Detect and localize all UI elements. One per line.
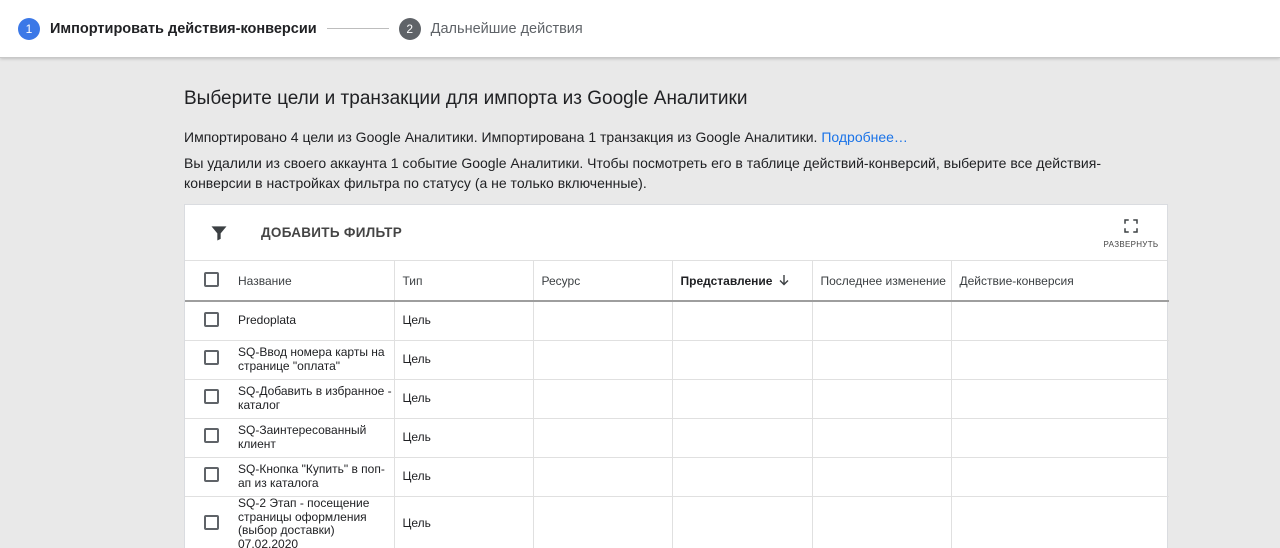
stepper: 1 Импортировать действия-конверсии 2 Дал… — [0, 0, 1280, 58]
step-import[interactable]: 1 Импортировать действия-конверсии — [18, 17, 317, 40]
resource-cell — [533, 496, 673, 548]
learn-more-link[interactable]: Подробнее… — [821, 129, 908, 145]
resource-cell — [533, 457, 673, 497]
goal-type: Цель — [394, 301, 534, 341]
step-connector — [326, 28, 389, 29]
last-change-cell — [812, 496, 952, 548]
table-row: SQ-Заинтересованный клиент Цель — [185, 418, 1169, 458]
column-header-conversion-action[interactable]: Действие-конверсия — [951, 261, 1169, 302]
goal-type: Цель — [394, 457, 534, 497]
view-cell — [672, 496, 813, 548]
row-checkbox[interactable] — [204, 350, 219, 366]
last-change-cell — [812, 301, 952, 341]
filter-icon[interactable] — [209, 223, 229, 243]
conversion-action-cell — [951, 340, 1169, 380]
import-info: Импортировано 4 цели из Google Аналитики… — [184, 127, 1168, 147]
table-row: SQ-Ввод номера карты на странице "оплата… — [185, 340, 1169, 380]
select-all-checkbox[interactable] — [204, 271, 219, 287]
resource-cell — [533, 418, 673, 458]
table-header-row: Название Тип Ресурс Представление Послед… — [185, 261, 1169, 302]
resource-cell — [533, 301, 673, 341]
conversion-action-cell — [951, 457, 1169, 497]
view-cell — [672, 418, 813, 458]
row-select-cell — [185, 340, 230, 380]
resource-cell — [533, 379, 673, 419]
expand-label: РАЗВЕРНУТЬ — [1103, 240, 1159, 249]
goal-name: SQ-2 Этап - посещение страницы оформлени… — [230, 496, 395, 548]
row-checkbox[interactable] — [204, 311, 219, 327]
table-row: SQ-Кнопка "Купить" в поп-ап из каталога … — [185, 457, 1169, 497]
select-all-cell — [185, 261, 230, 302]
column-header-type[interactable]: Тип — [394, 261, 534, 302]
row-select-cell — [185, 496, 230, 548]
main-content: Выберите цели и транзакции для импорта и… — [184, 88, 1168, 193]
view-cell — [672, 340, 813, 380]
fullscreen-icon — [1124, 219, 1138, 233]
view-cell — [672, 301, 813, 341]
last-change-cell — [812, 379, 952, 419]
table-row: SQ-Добавить в избранное - каталог Цель — [185, 379, 1169, 419]
view-cell — [672, 379, 813, 419]
step-next-actions[interactable]: 2 Дальнейшие действия — [398, 17, 583, 40]
column-header-last-change[interactable]: Последнее изменение — [812, 261, 952, 302]
conversion-action-cell — [951, 379, 1169, 419]
column-header-view[interactable]: Представление — [672, 261, 813, 302]
goal-name: SQ-Добавить в избранное - каталог — [230, 379, 395, 419]
row-select-cell — [185, 418, 230, 458]
add-filter-button[interactable]: ДОБАВИТЬ ФИЛЬТР — [261, 225, 402, 240]
conversions-table: Название Тип Ресурс Представление Послед… — [185, 261, 1169, 548]
goal-type: Цель — [394, 496, 534, 548]
conversions-table-card: ДОБАВИТЬ ФИЛЬТР РАЗВЕРНУТЬ Название Тип … — [184, 204, 1169, 548]
arrow-down-icon — [779, 274, 789, 285]
table-toolbar: ДОБАВИТЬ ФИЛЬТР РАЗВЕРНУТЬ — [185, 205, 1167, 261]
row-checkbox[interactable] — [204, 389, 219, 405]
step-label: Импортировать действия-конверсии — [50, 20, 317, 37]
conversion-action-cell — [951, 496, 1169, 548]
goal-name: Predoplata — [230, 301, 395, 341]
view-cell — [672, 457, 813, 497]
column-header-name[interactable]: Название — [230, 261, 395, 302]
step-number: 2 — [398, 17, 421, 40]
goal-type: Цель — [394, 340, 534, 380]
import-info-text: Импортировано 4 цели из Google Аналитики… — [184, 129, 818, 145]
conversion-action-cell — [951, 301, 1169, 341]
goal-name: SQ-Ввод номера карты на странице "оплата… — [230, 340, 395, 380]
table-row: Predoplata Цель — [185, 301, 1169, 341]
last-change-cell — [812, 457, 952, 497]
column-header-resource[interactable]: Ресурс — [533, 261, 673, 302]
row-checkbox[interactable] — [204, 467, 219, 483]
row-checkbox[interactable] — [204, 428, 219, 444]
row-select-cell — [185, 301, 230, 341]
conversion-action-cell — [951, 418, 1169, 458]
last-change-cell — [812, 418, 952, 458]
expand-button[interactable]: РАЗВЕРНУТЬ — [1103, 217, 1159, 249]
row-select-cell — [185, 457, 230, 497]
goal-name: SQ-Кнопка "Купить" в поп-ап из каталога — [230, 457, 395, 497]
page-title: Выберите цели и транзакции для импорта и… — [184, 88, 748, 109]
last-change-cell — [812, 340, 952, 380]
column-header-view-label: Представление — [680, 273, 773, 288]
goal-name: SQ-Заинтересованный клиент — [230, 418, 395, 458]
step-label: Дальнейшие действия — [430, 20, 583, 37]
deleted-event-warning: Вы удалили из своего аккаунта 1 событие … — [184, 155, 1101, 191]
goal-type: Цель — [394, 418, 534, 458]
resource-cell — [533, 340, 673, 380]
row-select-cell — [185, 379, 230, 419]
goal-type: Цель — [394, 379, 534, 419]
step-number: 1 — [18, 17, 40, 40]
row-checkbox[interactable] — [204, 514, 219, 530]
table-row: SQ-2 Этап - посещение страницы оформлени… — [185, 496, 1169, 548]
